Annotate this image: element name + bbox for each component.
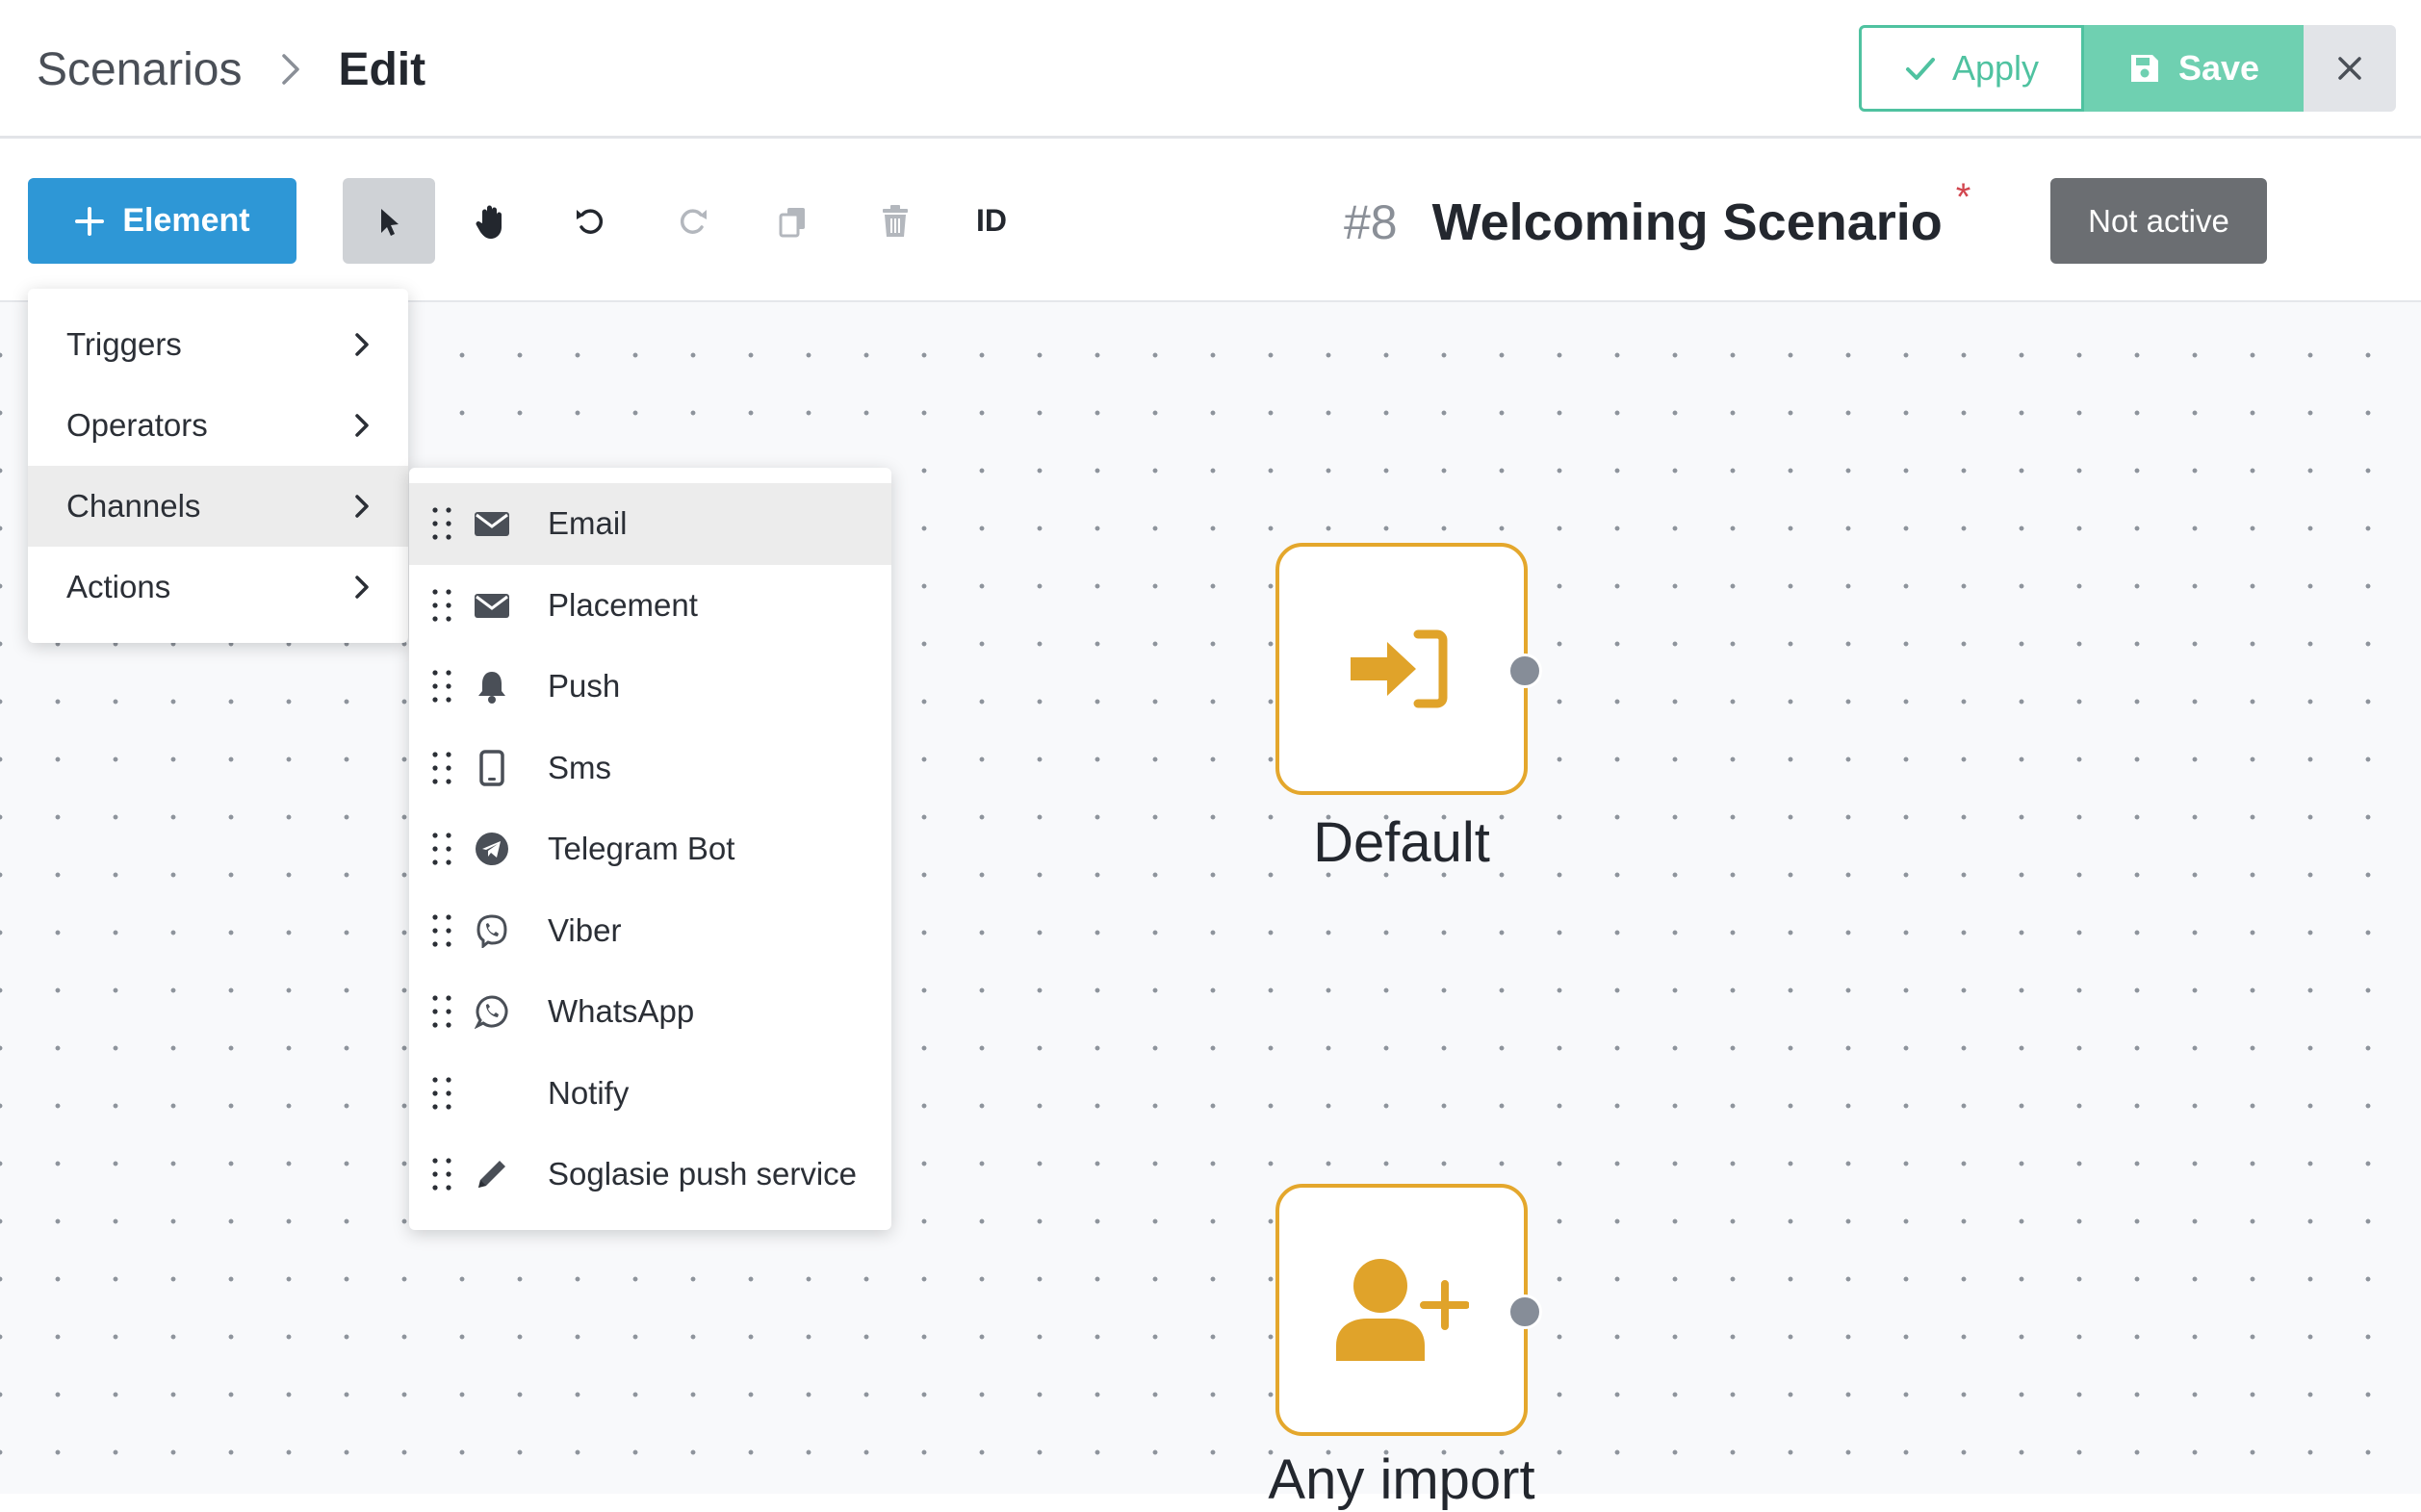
channel-label: Sms — [548, 749, 611, 785]
header-actions: Apply Save — [1859, 25, 2396, 112]
apply-label: Apply — [1951, 48, 2040, 88]
drag-handle-icon[interactable] — [430, 667, 453, 705]
drag-handle-icon[interactable] — [430, 911, 453, 950]
save-label: Save — [2177, 48, 2260, 88]
sign-in-icon — [1351, 629, 1448, 708]
user-plus-icon — [1336, 1259, 1469, 1361]
envelope-icon — [473, 504, 511, 543]
add-element-label: Element — [122, 202, 250, 239]
chevron-right-icon — [355, 576, 369, 599]
close-button[interactable] — [2304, 25, 2396, 112]
cursor-pointer-icon — [381, 208, 399, 236]
channel-telegram-bot[interactable]: Telegram Bot — [409, 808, 891, 890]
chevron-right-icon — [355, 495, 369, 518]
breadcrumb-scenarios-link[interactable]: Scenarios — [37, 43, 242, 96]
select-tool-button[interactable] — [343, 178, 435, 264]
hand-icon — [476, 205, 502, 239]
menu-item-label: Triggers — [66, 326, 182, 362]
editor-toolbar: Element ID #8 Welcoming Scenario * Not a… — [0, 139, 2421, 302]
menu-item-label: Actions — [66, 569, 171, 604]
mobile-icon — [473, 749, 511, 787]
redo-icon — [680, 208, 707, 234]
node-any-import-output-port[interactable] — [1507, 1294, 1542, 1329]
whatsapp-icon — [473, 992, 511, 1031]
menu-item-label: Operators — [66, 407, 208, 443]
plus-icon — [75, 206, 105, 236]
drag-handle-icon[interactable] — [430, 1155, 453, 1193]
unsaved-marker: * — [1955, 175, 1971, 218]
menu-item-actions[interactable]: Actions — [28, 547, 408, 628]
chevron-right-icon — [282, 54, 300, 85]
pan-tool-button[interactable] — [445, 178, 537, 264]
chevron-right-icon — [355, 333, 369, 356]
node-default[interactable] — [1275, 543, 1528, 795]
scenario-name[interactable]: Welcoming Scenario — [1432, 192, 1943, 252]
drag-handle-icon[interactable] — [430, 992, 453, 1031]
channel-email[interactable]: Email — [409, 483, 891, 565]
node-default-label: Default — [1313, 811, 1490, 874]
scenario-title: #8 Welcoming Scenario * — [1344, 176, 1970, 256]
telegram-icon — [473, 830, 511, 868]
undo-button[interactable] — [545, 178, 637, 264]
trash-icon — [883, 204, 908, 237]
channel-soglasie-push-service[interactable]: Soglasie push service — [409, 1134, 891, 1216]
channel-label: Push — [548, 668, 621, 705]
drag-handle-icon[interactable] — [430, 1074, 453, 1113]
show-id-button[interactable]: ID — [945, 178, 1038, 264]
node-any-import[interactable] — [1275, 1184, 1528, 1436]
channel-label: Email — [548, 505, 628, 542]
menu-item-label: Channels — [66, 488, 201, 524]
channel-label: Placement — [548, 586, 698, 623]
breadcrumb-current: Edit — [338, 43, 426, 95]
channel-label: Notify — [548, 1074, 630, 1111]
copy-icon — [779, 207, 805, 237]
channel-label: Viber — [548, 911, 622, 948]
menu-item-operators[interactable]: Operators — [28, 385, 408, 466]
check-icon — [1905, 58, 1935, 80]
channel-notify[interactable]: Notify — [409, 1053, 891, 1135]
menu-item-channels[interactable]: Channels — [28, 466, 408, 547]
drag-handle-icon[interactable] — [430, 830, 453, 868]
add-element-button[interactable]: Element — [28, 178, 296, 264]
save-button[interactable]: Save — [2084, 25, 2304, 112]
pencil-icon — [473, 1155, 511, 1193]
channel-push[interactable]: Push — [409, 646, 891, 728]
delete-button[interactable] — [849, 178, 941, 264]
channel-label: Soglasie push service — [548, 1156, 858, 1192]
apply-button[interactable]: Apply — [1859, 25, 2084, 112]
node-default-output-port[interactable] — [1507, 653, 1542, 688]
node-any-import-label: Any import — [1268, 1448, 1535, 1511]
channel-label: WhatsApp — [548, 993, 695, 1030]
channel-viber[interactable]: Viber — [409, 890, 891, 972]
drag-handle-icon[interactable] — [430, 586, 453, 625]
channels-submenu: Email Placement Push Sms Telegram Bot Vi… — [409, 468, 891, 1230]
page-header: Scenarios Edit Apply Save — [0, 0, 2421, 139]
bell-icon — [473, 667, 511, 705]
close-icon — [2338, 57, 2361, 80]
menu-item-triggers[interactable]: Triggers — [28, 304, 408, 385]
channel-placement[interactable]: Placement — [409, 565, 891, 647]
element-menu: Triggers Operators Channels Actions — [28, 289, 408, 643]
breadcrumb: Scenarios Edit — [37, 38, 425, 100]
chevron-right-icon — [355, 414, 369, 437]
channel-sms[interactable]: Sms — [409, 728, 891, 809]
status-toggle-button[interactable]: Not active — [2050, 178, 2267, 264]
channel-label: Telegram Bot — [548, 831, 735, 867]
drag-handle-icon[interactable] — [430, 749, 453, 787]
channel-whatsapp[interactable]: WhatsApp — [409, 971, 891, 1053]
scenario-number: #8 — [1344, 195, 1398, 249]
viber-icon — [473, 911, 511, 950]
redo-button[interactable] — [646, 178, 738, 264]
copy-button[interactable] — [747, 178, 839, 264]
floppy-disk-icon — [2130, 55, 2158, 82]
drag-handle-icon[interactable] — [430, 504, 453, 543]
undo-icon — [577, 208, 604, 234]
empty-icon-slot — [473, 1074, 511, 1113]
envelope-icon — [473, 586, 511, 625]
